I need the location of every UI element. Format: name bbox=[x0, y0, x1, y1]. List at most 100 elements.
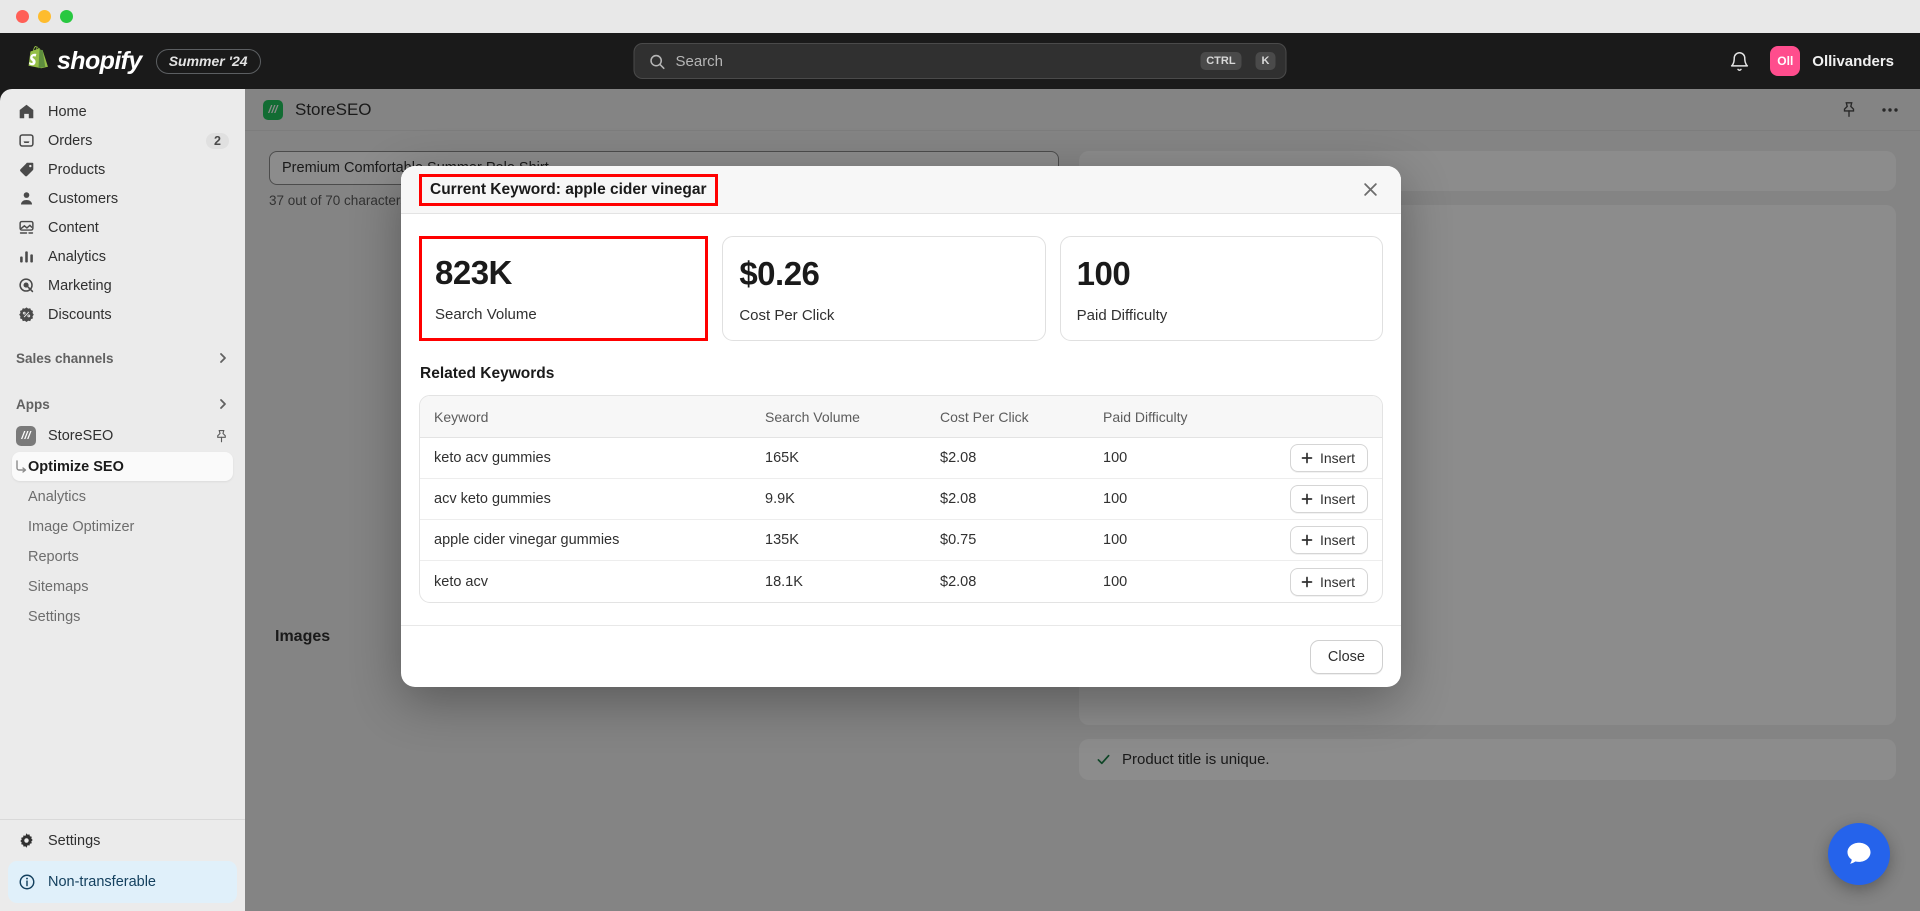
search-icon bbox=[649, 53, 666, 70]
cell-search-volume: 9.9K bbox=[765, 491, 940, 507]
sidebar-item-home[interactable]: Home bbox=[8, 97, 237, 126]
stat-card-search-volume: 823K Search Volume bbox=[419, 236, 708, 341]
sidebar-item-label: Analytics bbox=[48, 249, 106, 265]
section-label: Apps bbox=[16, 397, 50, 412]
bell-icon[interactable] bbox=[1729, 51, 1750, 72]
cell-keyword: apple cider vinegar gummies bbox=[420, 532, 765, 548]
sidebar-item-marketing[interactable]: Marketing bbox=[8, 271, 237, 300]
modal-title: Current Keyword: apple cider vinegar bbox=[419, 174, 718, 206]
sidebar-item-orders[interactable]: Orders 2 bbox=[8, 126, 237, 155]
sidebar-item-analytics-app[interactable]: Analytics bbox=[12, 482, 233, 511]
sidebar-item-label: Home bbox=[48, 104, 87, 120]
avatar: Oll bbox=[1770, 46, 1800, 76]
gear-icon bbox=[16, 831, 36, 851]
global-topbar: shopify Summer '24 Search CTRL K Oll Oll… bbox=[0, 33, 1920, 89]
stat-label: Cost Per Click bbox=[739, 307, 1028, 324]
table-row: apple cider vinegar gummies 135K $0.75 1… bbox=[420, 520, 1382, 561]
sidebar-item-label: Marketing bbox=[48, 278, 112, 294]
keyword-details-modal: Current Keyword: apple cider vinegar 823… bbox=[401, 166, 1401, 687]
cell-keyword: keto acv gummies bbox=[420, 450, 765, 466]
sidebar-item-customers[interactable]: Customers bbox=[8, 184, 237, 213]
sidebar-item-label: Reports bbox=[28, 549, 79, 565]
sidebar-item-label: StoreSEO bbox=[48, 428, 113, 444]
plus-icon bbox=[1301, 452, 1313, 464]
window-minimize-button[interactable] bbox=[38, 10, 51, 23]
related-keywords-table: Keyword Search Volume Cost Per Click Pai… bbox=[419, 395, 1383, 603]
cell-cost-per-click: $2.08 bbox=[940, 491, 1103, 507]
insert-button[interactable]: Insert bbox=[1290, 485, 1368, 513]
plus-icon bbox=[1301, 576, 1313, 588]
cell-paid-difficulty: 100 bbox=[1103, 491, 1273, 507]
insert-label: Insert bbox=[1320, 574, 1355, 590]
close-icon[interactable] bbox=[1357, 177, 1383, 203]
sidebar-item-content[interactable]: Content bbox=[8, 213, 237, 242]
insert-button[interactable]: Insert bbox=[1290, 526, 1368, 554]
sidebar-item-label: Analytics bbox=[28, 489, 86, 505]
stat-card-cost-per-click: $0.26 Cost Per Click bbox=[722, 236, 1045, 341]
orders-icon bbox=[16, 131, 36, 151]
sidebar-item-settings[interactable]: Settings bbox=[8, 826, 237, 855]
sidebar-item-label: Optimize SEO bbox=[28, 459, 124, 475]
table-header-row: Keyword Search Volume Cost Per Click Pai… bbox=[420, 396, 1382, 438]
global-search[interactable]: Search CTRL K bbox=[634, 43, 1287, 79]
stat-value: 100 bbox=[1077, 255, 1366, 293]
image-icon bbox=[16, 218, 36, 238]
non-transferable-banner[interactable]: Non-transferable bbox=[8, 861, 237, 903]
sidebar-item-image-optimizer[interactable]: Image Optimizer bbox=[12, 512, 233, 541]
shopify-wordmark: shopify bbox=[57, 47, 142, 76]
sidebar-item-optimize-seo[interactable]: Optimize SEO bbox=[12, 452, 233, 481]
window-zoom-button[interactable] bbox=[60, 10, 73, 23]
storeseo-icon: /// bbox=[16, 426, 36, 446]
arrow-branch-icon bbox=[14, 460, 28, 474]
cell-keyword: acv keto gummies bbox=[420, 491, 765, 507]
keyword-stats: 823K Search Volume $0.26 Cost Per Click … bbox=[419, 236, 1383, 341]
sidebar-section-sales-channels[interactable]: Sales channels bbox=[0, 341, 245, 375]
cell-cost-per-click: $2.08 bbox=[940, 450, 1103, 466]
shopify-logo[interactable]: shopify bbox=[24, 46, 142, 76]
version-pill[interactable]: Summer '24 bbox=[156, 49, 261, 74]
sidebar-item-reports[interactable]: Reports bbox=[12, 542, 233, 571]
sidebar-item-label: Settings bbox=[28, 609, 80, 625]
table-row: keto acv 18.1K $2.08 100 Insert bbox=[420, 561, 1382, 602]
close-button[interactable]: Close bbox=[1310, 640, 1383, 674]
main-content: /// StoreSEO Premium Comfortable Summer … bbox=[245, 89, 1920, 911]
sidebar-item-sitemaps[interactable]: Sitemaps bbox=[12, 572, 233, 601]
section-label: Sales channels bbox=[16, 351, 114, 366]
cell-paid-difficulty: 100 bbox=[1103, 450, 1273, 466]
sidebar-section-apps[interactable]: Apps bbox=[0, 387, 245, 421]
sidebar-item-analytics[interactable]: Analytics bbox=[8, 242, 237, 271]
modal-header: Current Keyword: apple cider vinegar bbox=[401, 166, 1401, 214]
window-close-button[interactable] bbox=[16, 10, 29, 23]
account-name: Ollivanders bbox=[1812, 53, 1894, 70]
topbar-right: Oll Ollivanders bbox=[1729, 46, 1920, 76]
sidebar-item-label: Products bbox=[48, 162, 105, 178]
sidebar-item-app-settings[interactable]: Settings bbox=[12, 602, 233, 631]
column-header-cost-per-click: Cost Per Click bbox=[940, 409, 1103, 425]
cell-cost-per-click: $2.08 bbox=[940, 574, 1103, 590]
modal-body: 823K Search Volume $0.26 Cost Per Click … bbox=[401, 214, 1401, 625]
person-icon bbox=[16, 189, 36, 209]
sidebar-item-label: Content bbox=[48, 220, 99, 236]
shopify-bag-icon bbox=[24, 46, 50, 76]
insert-button[interactable]: Insert bbox=[1290, 444, 1368, 472]
account-menu[interactable]: Oll Ollivanders bbox=[1770, 46, 1894, 76]
sidebar-item-discounts[interactable]: Discounts bbox=[8, 300, 237, 329]
chat-bubble-icon[interactable] bbox=[1828, 823, 1890, 885]
chevron-right-icon bbox=[217, 398, 229, 410]
sidebar-footer: Settings Non-transferable bbox=[0, 809, 245, 911]
home-icon bbox=[16, 102, 36, 122]
column-header-keyword: Keyword bbox=[420, 409, 765, 425]
cell-actions: Insert bbox=[1273, 526, 1382, 554]
search-box[interactable]: Search CTRL K bbox=[634, 43, 1287, 79]
insert-button[interactable]: Insert bbox=[1290, 568, 1368, 596]
cell-actions: Insert bbox=[1273, 444, 1382, 472]
search-shortcut-key: K bbox=[1256, 52, 1276, 70]
sidebar-item-products[interactable]: Products bbox=[8, 155, 237, 184]
stat-card-paid-difficulty: 100 Paid Difficulty bbox=[1060, 236, 1383, 341]
window-title-bar bbox=[0, 0, 1920, 33]
pin-icon[interactable] bbox=[214, 429, 229, 444]
sidebar-item-storeseo[interactable]: /// StoreSEO bbox=[8, 421, 237, 451]
stat-value: $0.26 bbox=[739, 255, 1028, 293]
cell-search-volume: 135K bbox=[765, 532, 940, 548]
insert-label: Insert bbox=[1320, 532, 1355, 548]
